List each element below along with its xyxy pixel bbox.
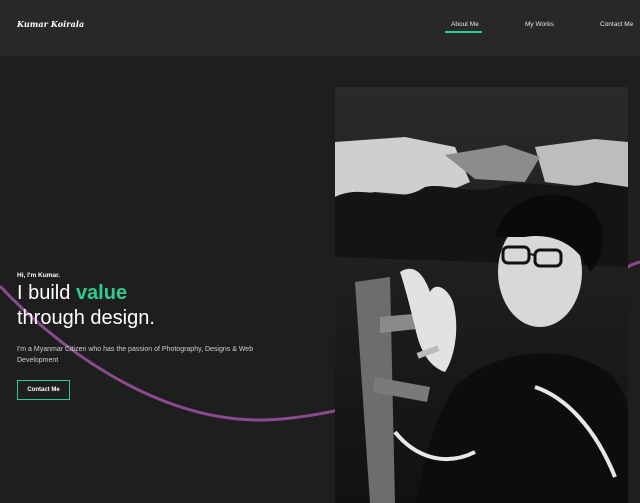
hero-bio: I'm a Myanmar Citizen who has the passio… [17, 346, 254, 364]
headline-part-2: through design. [17, 307, 155, 329]
profile-photo [335, 87, 628, 503]
contact-me-button[interactable]: Contact Me [17, 380, 70, 400]
headline-part-1: I build [17, 282, 76, 304]
nav-my-works[interactable]: My Works [525, 21, 554, 28]
active-nav-indicator [445, 31, 482, 33]
site-logo[interactable]: Kumar Koirala [17, 19, 84, 29]
nav-about-me[interactable]: About Me [451, 21, 479, 28]
headline-accent-word: value [75, 282, 128, 304]
hero-greeting: Hi, I'm Kumar. [17, 272, 61, 279]
profile-photo-illustration [335, 87, 628, 503]
hero-headline: I build value through design. [17, 281, 155, 331]
navbar: Kumar Koirala About Me My Works Contact … [0, 0, 640, 56]
nav-contact-me[interactable]: Contact Me [600, 21, 633, 28]
